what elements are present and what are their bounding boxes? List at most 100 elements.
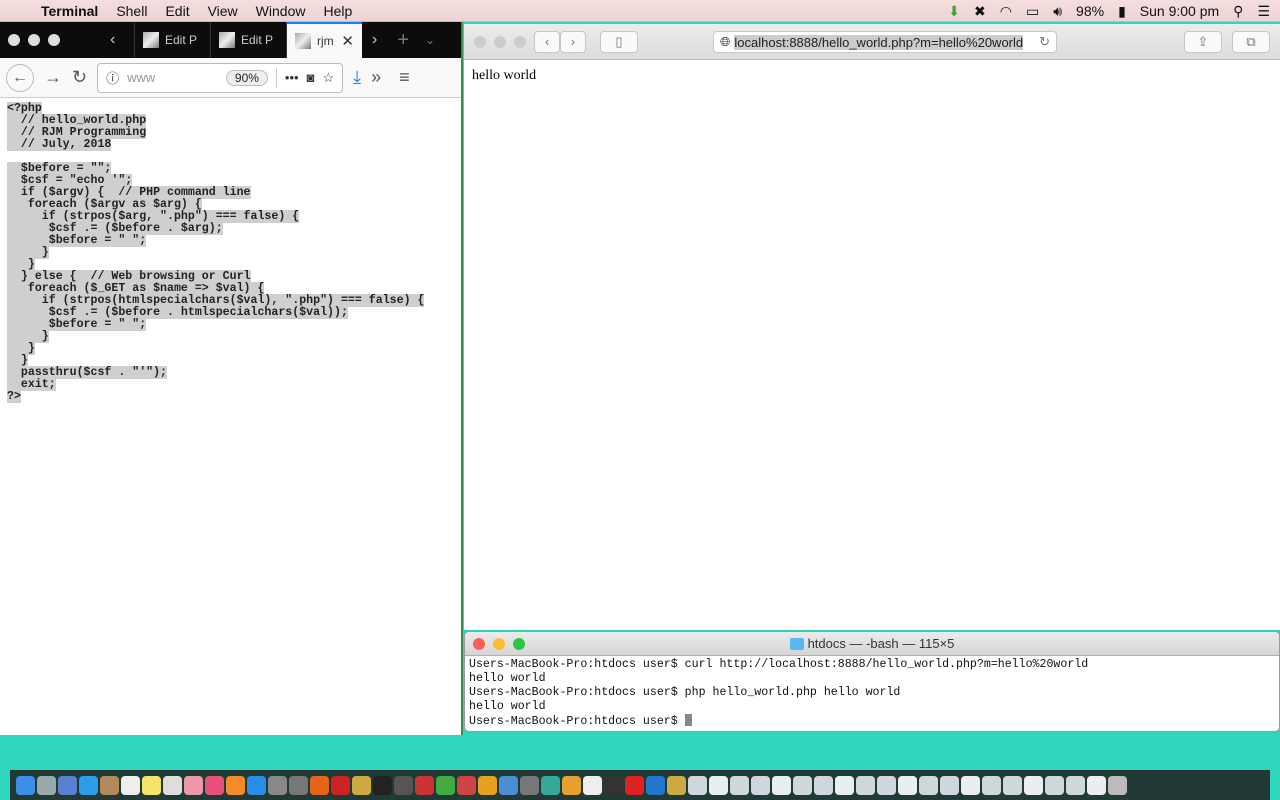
dock-terminal-icon[interactable] — [352, 775, 371, 795]
dock-misc-icon[interactable] — [709, 775, 728, 795]
dock-misc-icon[interactable] — [1045, 775, 1064, 795]
dock-misc-icon[interactable] — [625, 775, 644, 795]
page-actions-icon[interactable]: ••• — [285, 70, 299, 85]
tabs-scroll-right-icon[interactable]: › — [372, 31, 377, 49]
dock-misc-icon[interactable] — [877, 775, 896, 795]
dock-app-store-icon[interactable] — [247, 775, 266, 795]
dock-misc-icon[interactable] — [646, 775, 665, 795]
dock-misc-icon[interactable] — [961, 775, 980, 795]
dock-safari-icon[interactable] — [58, 775, 77, 795]
dock-misc-icon[interactable] — [604, 775, 623, 795]
dock-misc-icon[interactable] — [730, 775, 749, 795]
dock-skype-icon[interactable] — [415, 775, 434, 795]
dock-system-preferences-icon[interactable] — [268, 775, 287, 795]
dock-filezilla-icon[interactable] — [331, 775, 350, 795]
dock-misc-icon[interactable] — [1024, 775, 1043, 795]
share-icon[interactable]: ⇪ — [1184, 30, 1222, 53]
dock-misc-icon[interactable] — [982, 775, 1001, 795]
menu-window[interactable]: Window — [247, 3, 315, 19]
minimize-window-button[interactable] — [494, 35, 506, 48]
clock[interactable]: Sun 9:00 pm — [1140, 3, 1219, 19]
battery-percent[interactable]: 98% — [1076, 3, 1104, 19]
dock-misc-icon[interactable] — [1003, 775, 1022, 795]
dock-misc-icon[interactable] — [688, 775, 707, 795]
sidebar-toggle-icon[interactable]: ▯ — [600, 30, 638, 53]
url-bar[interactable]: ⓘ www 90% ••• ◙ ☆ — [97, 62, 344, 93]
menu-help[interactable]: Help — [314, 3, 361, 19]
tabs-overview-icon[interactable]: ⧉ — [1232, 30, 1270, 53]
zoom-window-button[interactable] — [514, 35, 526, 48]
downloads-icon[interactable]: ⤓ — [353, 67, 361, 88]
battery-icon[interactable]: ▮ — [1118, 3, 1126, 20]
dock-misc-icon[interactable] — [814, 775, 833, 795]
menu-view[interactable]: View — [199, 3, 247, 19]
menu-edit[interactable]: Edit — [156, 3, 198, 19]
new-tab-icon[interactable]: + — [397, 29, 409, 52]
dock-misc-icon[interactable] — [751, 775, 770, 795]
dock-chrome-icon[interactable] — [394, 775, 413, 795]
forward-button[interactable]: › — [560, 30, 586, 53]
pocket-icon[interactable]: ◙ — [307, 70, 315, 85]
dock-misc-icon[interactable] — [919, 775, 938, 795]
tab-rjm[interactable]: rjm ✕ — [286, 22, 362, 58]
menu-shell[interactable]: Shell — [107, 3, 156, 19]
address-bar[interactable]: 🌐︎ localhost:8888/hello_world.php?m=hell… — [713, 31, 1057, 53]
hamburger-menu-icon[interactable]: ≡ — [399, 67, 410, 88]
dock-photos-icon[interactable] — [184, 775, 203, 795]
dock-misc-icon[interactable] — [772, 775, 791, 795]
dock-misc-icon[interactable] — [940, 775, 959, 795]
dock-mail-icon[interactable] — [79, 775, 98, 795]
dock-trash-icon[interactable] — [1108, 775, 1127, 795]
forward-button[interactable]: → — [44, 67, 62, 88]
dock-contacts-icon[interactable] — [100, 775, 119, 795]
dock-finder-icon[interactable] — [16, 775, 35, 795]
dock-launchpad-icon[interactable] — [37, 775, 56, 795]
dock-preview-icon[interactable] — [457, 775, 476, 795]
volume-icon[interactable]: 🔊︎ — [1053, 3, 1062, 20]
download-icon[interactable]: ⬇ — [948, 3, 960, 20]
zoom-level-button[interactable]: 90% — [225, 69, 268, 86]
dock-notes-icon[interactable] — [142, 775, 161, 795]
reload-button[interactable]: ↻ — [72, 67, 87, 88]
dock-misc-icon[interactable] — [898, 775, 917, 795]
wifi-icon[interactable]: ◠ — [1000, 3, 1012, 20]
info-icon[interactable]: ⓘ — [106, 68, 119, 87]
dock-misc-icon[interactable] — [1066, 775, 1085, 795]
dock-activity-icon[interactable] — [373, 775, 392, 795]
dock-reminders-icon[interactable] — [163, 775, 182, 795]
dock-calendar-icon[interactable] — [121, 775, 140, 795]
tabs-scroll-left-icon[interactable]: ‹ — [110, 31, 134, 49]
dock-maps-icon[interactable] — [436, 775, 455, 795]
reload-icon[interactable]: ↻ — [1039, 34, 1050, 50]
dock-misc-icon[interactable] — [583, 775, 602, 795]
close-window-button[interactable] — [8, 34, 20, 46]
notification-center-icon[interactable]: ☰ — [1257, 3, 1270, 20]
dock-vscode-icon[interactable] — [499, 775, 518, 795]
back-button[interactable]: ‹ — [534, 30, 560, 53]
app-status-icon[interactable]: ✖ — [974, 3, 986, 20]
zoom-window-button[interactable] — [48, 34, 60, 46]
close-tab-icon[interactable]: ✕ — [341, 32, 354, 50]
dock-misc-icon[interactable] — [856, 775, 875, 795]
tab-edit-1[interactable]: Edit P — [134, 22, 210, 58]
dock-misc-icon[interactable] — [541, 775, 560, 795]
bookmark-star-icon[interactable]: ☆ — [322, 70, 334, 86]
airplay-icon[interactable]: ▭ — [1026, 3, 1039, 20]
dock-firefox-icon[interactable] — [310, 775, 329, 795]
minimize-window-button[interactable] — [28, 34, 40, 46]
tab-list-chevron-down-icon[interactable]: ⌄ — [425, 33, 435, 47]
dock-misc-icon[interactable] — [793, 775, 812, 795]
spotlight-icon[interactable]: ⚲ — [1233, 3, 1243, 20]
dock-misc-icon[interactable] — [562, 775, 581, 795]
dock-misc-icon[interactable] — [1087, 775, 1106, 795]
dock-misc-icon[interactable] — [835, 775, 854, 795]
terminal-output[interactable]: Users-MacBook-Pro:htdocs user$ curl http… — [465, 656, 1279, 731]
close-window-button[interactable] — [474, 35, 486, 48]
overflow-chevrons-icon[interactable]: » — [371, 67, 381, 88]
dock-xcode-icon[interactable] — [478, 775, 497, 795]
back-button[interactable]: ← — [6, 63, 34, 92]
dock-misc-icon[interactable] — [667, 775, 686, 795]
dock-textwrangler-icon[interactable] — [289, 775, 308, 795]
tab-edit-2[interactable]: Edit P — [210, 22, 286, 58]
dock-books-icon[interactable] — [226, 775, 245, 795]
